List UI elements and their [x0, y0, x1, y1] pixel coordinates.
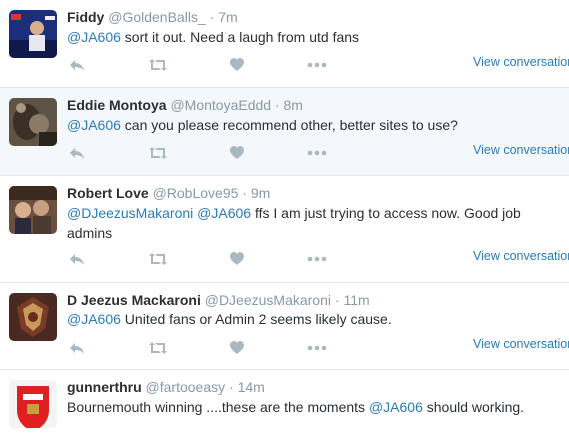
- view-conversation-link[interactable]: View conversation: [473, 249, 569, 263]
- separator-dot: ·: [229, 379, 234, 395]
- avatar[interactable]: [9, 380, 57, 428]
- tweet-item[interactable]: Robert Love @RobLove95 · 9m @DJeezusMaka…: [0, 176, 569, 283]
- reply-icon[interactable]: [69, 56, 85, 74]
- tweet-header: D Jeezus Mackaroni @DJeezusMakaroni · 11…: [67, 292, 370, 308]
- text-segment: Bournemouth winning ....these are the mo…: [67, 399, 369, 415]
- tweet-actions: [67, 144, 367, 162]
- author-name[interactable]: Eddie Montoya: [67, 97, 167, 113]
- retweet-icon[interactable]: [148, 339, 168, 357]
- tweet-actions: [67, 56, 367, 74]
- author-name[interactable]: D Jeezus Mackaroni: [67, 292, 201, 308]
- separator-dot: ·: [242, 185, 247, 201]
- tweet-timeline: Fiddy @GoldenBalls_ · 7m @JA606 sort it …: [0, 0, 569, 434]
- reply-icon[interactable]: [69, 144, 85, 162]
- reply-icon[interactable]: [69, 250, 85, 268]
- view-conversation-link[interactable]: View conversation: [473, 55, 569, 69]
- heart-icon[interactable]: [229, 144, 245, 162]
- heart-icon[interactable]: [229, 56, 245, 74]
- avatar[interactable]: [9, 98, 57, 146]
- text-segment: sort it out. Need a laugh from utd fans: [120, 29, 360, 45]
- mention-link[interactable]: @DJeezusMakaroni: [67, 205, 193, 221]
- author-handle[interactable]: @GoldenBalls_: [108, 9, 206, 25]
- tweet-header: gunnerthru @fartooeasy · 14m: [67, 379, 265, 395]
- more-icon[interactable]: [307, 339, 327, 357]
- author-name[interactable]: Robert Love: [67, 185, 149, 201]
- avatar[interactable]: [9, 293, 57, 341]
- tweet-timestamp[interactable]: 9m: [251, 185, 270, 201]
- tweet-text: @JA606 United fans or Admin 2 seems like…: [67, 309, 557, 329]
- tweet-actions: [67, 250, 367, 268]
- tweet-timestamp[interactable]: 8m: [284, 97, 303, 113]
- tweet-item[interactable]: Fiddy @GoldenBalls_ · 7m @JA606 sort it …: [0, 0, 569, 88]
- more-icon[interactable]: [307, 56, 327, 74]
- tweet-text: @JA606 sort it out. Need a laugh from ut…: [67, 27, 557, 47]
- tweet-item[interactable]: Eddie Montoya @MontoyaEddd · 8m @JA606 c…: [0, 88, 569, 176]
- heart-icon[interactable]: [229, 250, 245, 268]
- separator-dot: ·: [334, 292, 340, 308]
- author-handle[interactable]: @fartooeasy: [146, 379, 226, 395]
- tweet-timestamp[interactable]: 7m: [218, 9, 237, 25]
- tweet-text: @JA606 can you please recommend other, b…: [67, 115, 557, 135]
- retweet-icon[interactable]: [148, 56, 168, 74]
- text-segment: United fans or Admin 2 seems likely caus…: [120, 311, 392, 327]
- tweet-text: Bournemouth winning ....these are the mo…: [67, 397, 557, 417]
- mention-link[interactable]: @JA606: [197, 205, 251, 221]
- tweet-item[interactable]: D Jeezus Mackaroni @DJeezusMakaroni · 11…: [0, 283, 569, 370]
- heart-icon[interactable]: [229, 339, 245, 357]
- tweet-timestamp[interactable]: 11m: [343, 292, 369, 308]
- mention-link[interactable]: @JA606: [67, 311, 121, 327]
- retweet-icon[interactable]: [148, 250, 168, 268]
- author-name[interactable]: gunnerthru: [67, 379, 142, 395]
- tweet-text: @DJeezusMakaroni @JA606 ffs I am just tr…: [67, 203, 542, 243]
- separator-dot: ·: [274, 97, 280, 113]
- tweet-item[interactable]: gunnerthru @fartooeasy · 14m Bournemouth…: [0, 370, 569, 434]
- tweet-header: Fiddy @GoldenBalls_ · 7m: [67, 9, 238, 25]
- tweet-timestamp[interactable]: 14m: [238, 379, 265, 395]
- tweet-header: Eddie Montoya @MontoyaEddd · 8m: [67, 97, 303, 113]
- more-icon[interactable]: [307, 144, 327, 162]
- tweet-header: Robert Love @RobLove95 · 9m: [67, 185, 270, 201]
- view-conversation-link[interactable]: View conversation: [473, 337, 569, 351]
- text-segment: should working.: [422, 399, 525, 415]
- author-handle[interactable]: @RobLove95: [153, 185, 239, 201]
- reply-icon[interactable]: [69, 339, 85, 357]
- author-handle[interactable]: @DJeezusMakaroni: [205, 292, 331, 308]
- view-conversation-link[interactable]: View conversation: [473, 143, 569, 157]
- tweet-actions: [67, 339, 367, 357]
- retweet-icon[interactable]: [148, 144, 168, 162]
- avatar[interactable]: [9, 186, 57, 234]
- mention-link[interactable]: @JA606: [369, 399, 423, 415]
- avatar[interactable]: [9, 10, 57, 58]
- separator-dot: ·: [209, 9, 215, 25]
- author-handle[interactable]: @MontoyaEddd: [170, 97, 271, 113]
- text-segment: can you please recommend other, better s…: [120, 117, 458, 133]
- more-icon[interactable]: [307, 250, 327, 268]
- mention-link[interactable]: @JA606: [67, 117, 121, 133]
- mention-link[interactable]: @JA606: [67, 29, 121, 45]
- author-name[interactable]: Fiddy: [67, 9, 104, 25]
